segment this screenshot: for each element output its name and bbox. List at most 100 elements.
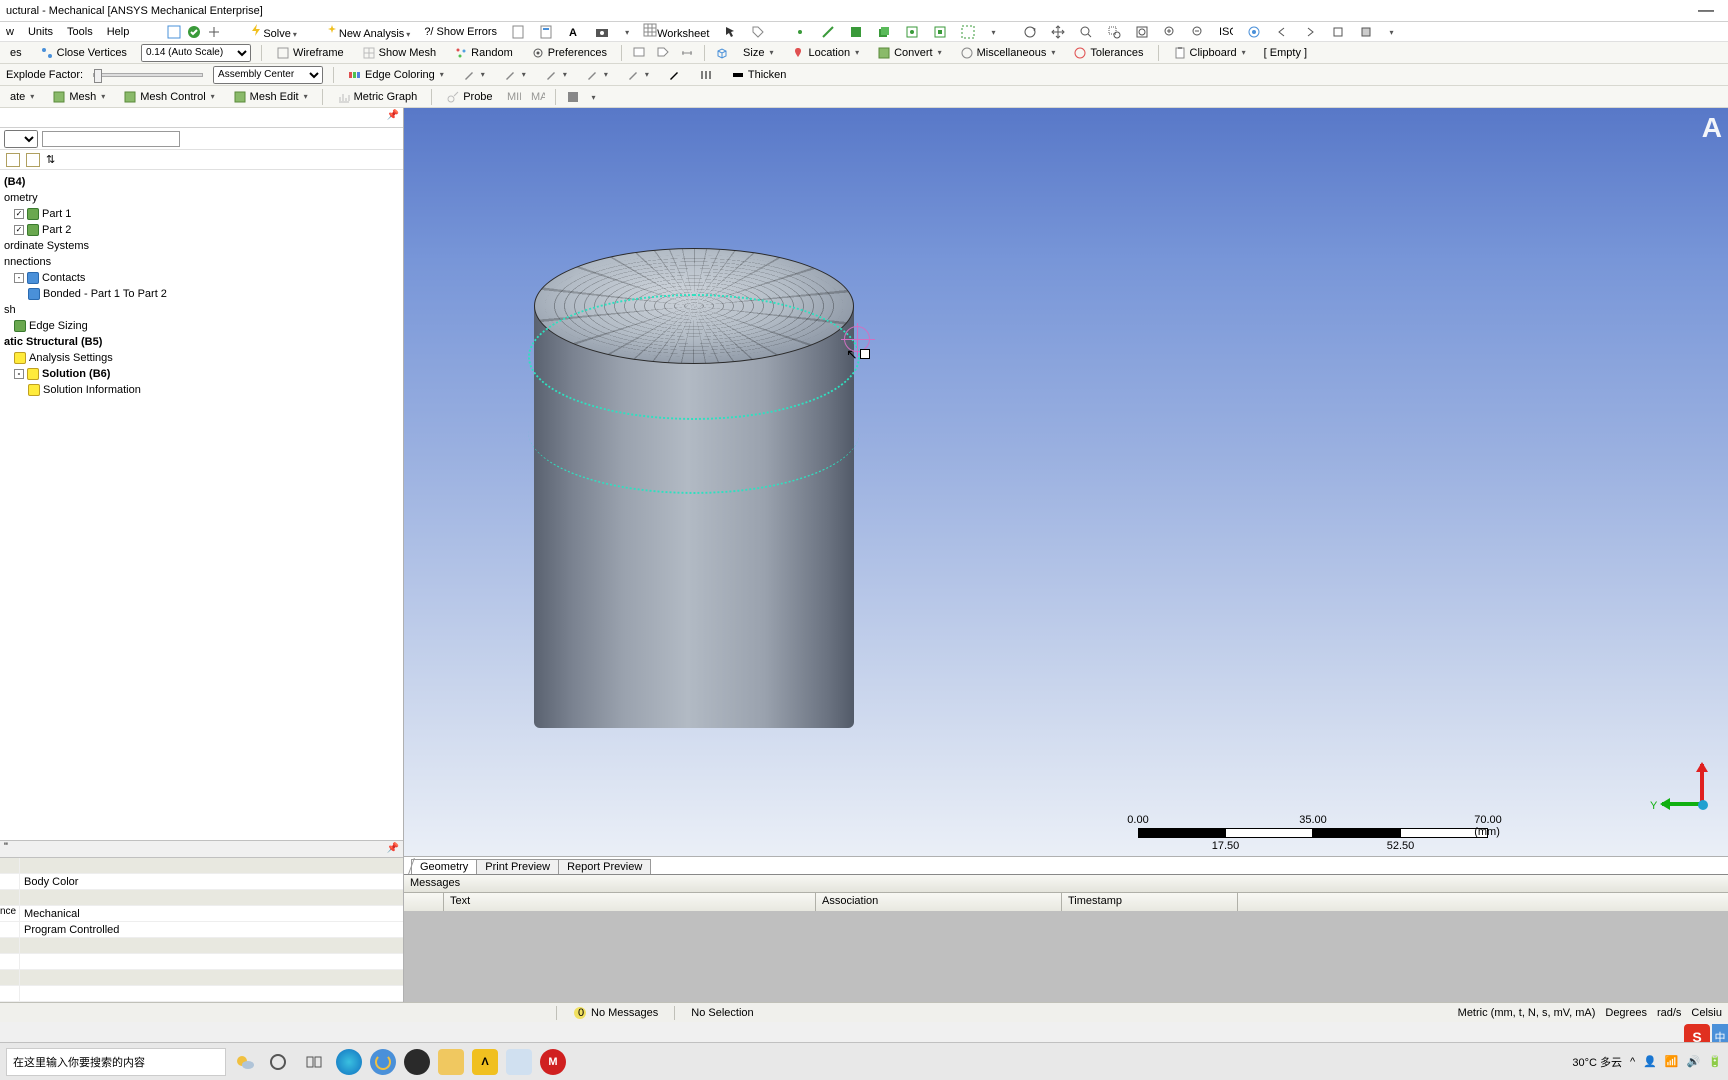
tree-solution-info[interactable]: Solution Information	[43, 384, 141, 396]
sel-edge-icon[interactable]	[821, 25, 835, 39]
mesh-edit-dropdown[interactable]: Mesh Edit	[229, 89, 312, 105]
preferences-button[interactable]: Preferences	[527, 45, 611, 61]
convert-dropdown[interactable]: Convert	[873, 45, 946, 61]
prev-view-icon[interactable]	[1275, 25, 1289, 39]
explode-slider[interactable]	[93, 73, 203, 77]
tree-edge-sizing[interactable]: Edge Sizing	[29, 320, 88, 332]
zoom-out-icon[interactable]	[1191, 25, 1205, 39]
random-button[interactable]: Random	[450, 45, 517, 61]
cube-icon[interactable]	[715, 46, 729, 60]
tree-solution[interactable]: Solution (B6)	[42, 368, 110, 380]
view-front-icon[interactable]	[1359, 25, 1373, 39]
update-dropdown[interactable]: ate	[6, 90, 38, 104]
mega-app-icon[interactable]: M	[540, 1049, 566, 1075]
tolerances-button[interactable]: Tolerances	[1069, 45, 1147, 61]
cortana-icon[interactable]	[264, 1048, 292, 1076]
sel-body-icon[interactable]	[877, 25, 891, 39]
prop-body-color[interactable]: Body Color	[20, 874, 403, 889]
tray-network-icon[interactable]: 📶	[1665, 1055, 1679, 1068]
messages-col-timestamp[interactable]: Timestamp	[1062, 893, 1238, 911]
messages-col-text[interactable]: Text	[444, 893, 816, 911]
filter-select[interactable]	[4, 130, 38, 148]
ie-app-icon[interactable]	[370, 1049, 396, 1075]
min-icon[interactable]: MIN	[507, 90, 521, 104]
close-vertices-button[interactable]: Close Vertices	[36, 45, 131, 61]
taskbar-search[interactable]: 在这里输入你要搜索的内容	[6, 1048, 226, 1076]
dimension-icon[interactable]	[680, 46, 694, 60]
annotation-icon[interactable]	[632, 46, 646, 60]
tree-analysis-settings[interactable]: Analysis Settings	[29, 352, 113, 364]
tree-connections[interactable]: nnections	[4, 256, 51, 268]
weather-widget[interactable]	[234, 1048, 256, 1076]
wireframe-button[interactable]: Wireframe	[272, 45, 348, 61]
zoom-in-icon[interactable]	[1163, 25, 1177, 39]
weather-text[interactable]: 30°C 多云	[1572, 1054, 1622, 1070]
task-view-icon[interactable]	[300, 1048, 328, 1076]
tab-report-preview[interactable]: Report Preview	[558, 859, 651, 874]
edge-coloring-dropdown[interactable]: Edge Coloring	[344, 67, 448, 83]
expand-icon[interactable]	[207, 25, 221, 39]
doc-icon[interactable]	[511, 25, 525, 39]
pin-icon[interactable]: 📌	[387, 110, 399, 121]
max-icon[interactable]: MAX	[531, 90, 545, 104]
pen3[interactable]	[540, 67, 571, 83]
misc-dropdown[interactable]: Miscellaneous	[956, 45, 1060, 61]
tag-icon[interactable]	[751, 25, 765, 39]
display-icon[interactable]	[566, 90, 580, 104]
messages-col-association[interactable]: Association	[816, 893, 1062, 911]
tray-volume-icon[interactable]: 🔊	[1687, 1055, 1701, 1068]
tree-part1[interactable]: Part 1	[42, 208, 71, 220]
sel-node-icon[interactable]	[905, 25, 919, 39]
graphics-viewport[interactable]: A ↖ 0.00 35.00 70.00 (mm) 17.50 52.50	[404, 108, 1728, 874]
pen4[interactable]	[581, 67, 612, 83]
a-icon[interactable]: A	[567, 25, 581, 39]
menu-view[interactable]: w	[6, 26, 14, 38]
pin-icon[interactable]: 📌	[387, 843, 399, 854]
next-view-icon[interactable]	[1303, 25, 1317, 39]
menu-tools[interactable]: Tools	[67, 26, 93, 38]
pen2[interactable]	[499, 67, 530, 83]
pen5[interactable]	[622, 67, 653, 83]
status-messages[interactable]: 0No Messages	[569, 1006, 662, 1020]
prop-mechanical[interactable]: Mechanical	[20, 906, 403, 921]
camera-icon[interactable]	[595, 25, 609, 39]
clipboard-dropdown[interactable]: Clipboard	[1169, 45, 1250, 61]
tab-print-preview[interactable]: Print Preview	[476, 859, 559, 874]
worksheet-button[interactable]: Worksheet	[643, 23, 709, 40]
tree-icon-1[interactable]	[6, 153, 20, 167]
size-dropdown[interactable]: Size	[739, 46, 777, 60]
auto-scale-select[interactable]: 0.14 (Auto Scale)	[141, 44, 251, 62]
tray-people-icon[interactable]: 👤	[1643, 1055, 1657, 1068]
tree-coord-systems[interactable]: ordinate Systems	[4, 240, 89, 252]
sel-vertex-icon[interactable]	[793, 25, 807, 39]
minimize-button[interactable]: —	[1690, 2, 1722, 20]
system-tray[interactable]: 30°C 多云 ^ 👤 📶 🔊 🔋	[1572, 1054, 1722, 1070]
tray-battery-icon[interactable]: 🔋	[1708, 1055, 1722, 1068]
assembly-center-select[interactable]: Assembly Center	[213, 66, 323, 84]
edge-app-icon[interactable]	[336, 1049, 362, 1075]
explorer-app-icon[interactable]	[438, 1049, 464, 1075]
sel-face-icon[interactable]	[849, 25, 863, 39]
pointer-icon[interactable]	[723, 25, 737, 39]
zoom-box-icon[interactable]	[1107, 25, 1121, 39]
app-icon-1[interactable]	[404, 1049, 430, 1075]
zoom-fit-icon[interactable]	[1135, 25, 1149, 39]
page-icon[interactable]	[539, 25, 553, 39]
model-cylinder[interactable]	[534, 248, 854, 728]
tray-chevron-icon[interactable]: ^	[1630, 1056, 1635, 1068]
zoom-icon[interactable]	[1079, 25, 1093, 39]
mesh-control-dropdown[interactable]: Mesh Control	[119, 89, 218, 105]
menu-help[interactable]: Help	[107, 26, 130, 38]
sel-element-icon[interactable]	[933, 25, 947, 39]
line-toggle[interactable]	[695, 67, 717, 83]
tab-geometry[interactable]: Geometry	[411, 859, 477, 874]
pen6[interactable]	[663, 67, 685, 83]
messages-col-icon[interactable]	[404, 893, 444, 911]
orientation-triad[interactable]: Y	[1658, 754, 1718, 814]
outline-tree[interactable]: (B4) ometry ✓Part 1 ✓Part 2 ordinate Sys…	[0, 170, 403, 840]
app-icon-2[interactable]	[506, 1049, 532, 1075]
tree-bonded[interactable]: Bonded - Part 1 To Part 2	[43, 288, 167, 300]
pen1[interactable]	[458, 67, 489, 83]
tree-project[interactable]: (B4)	[4, 176, 25, 188]
tree-icon-2[interactable]	[26, 153, 40, 167]
